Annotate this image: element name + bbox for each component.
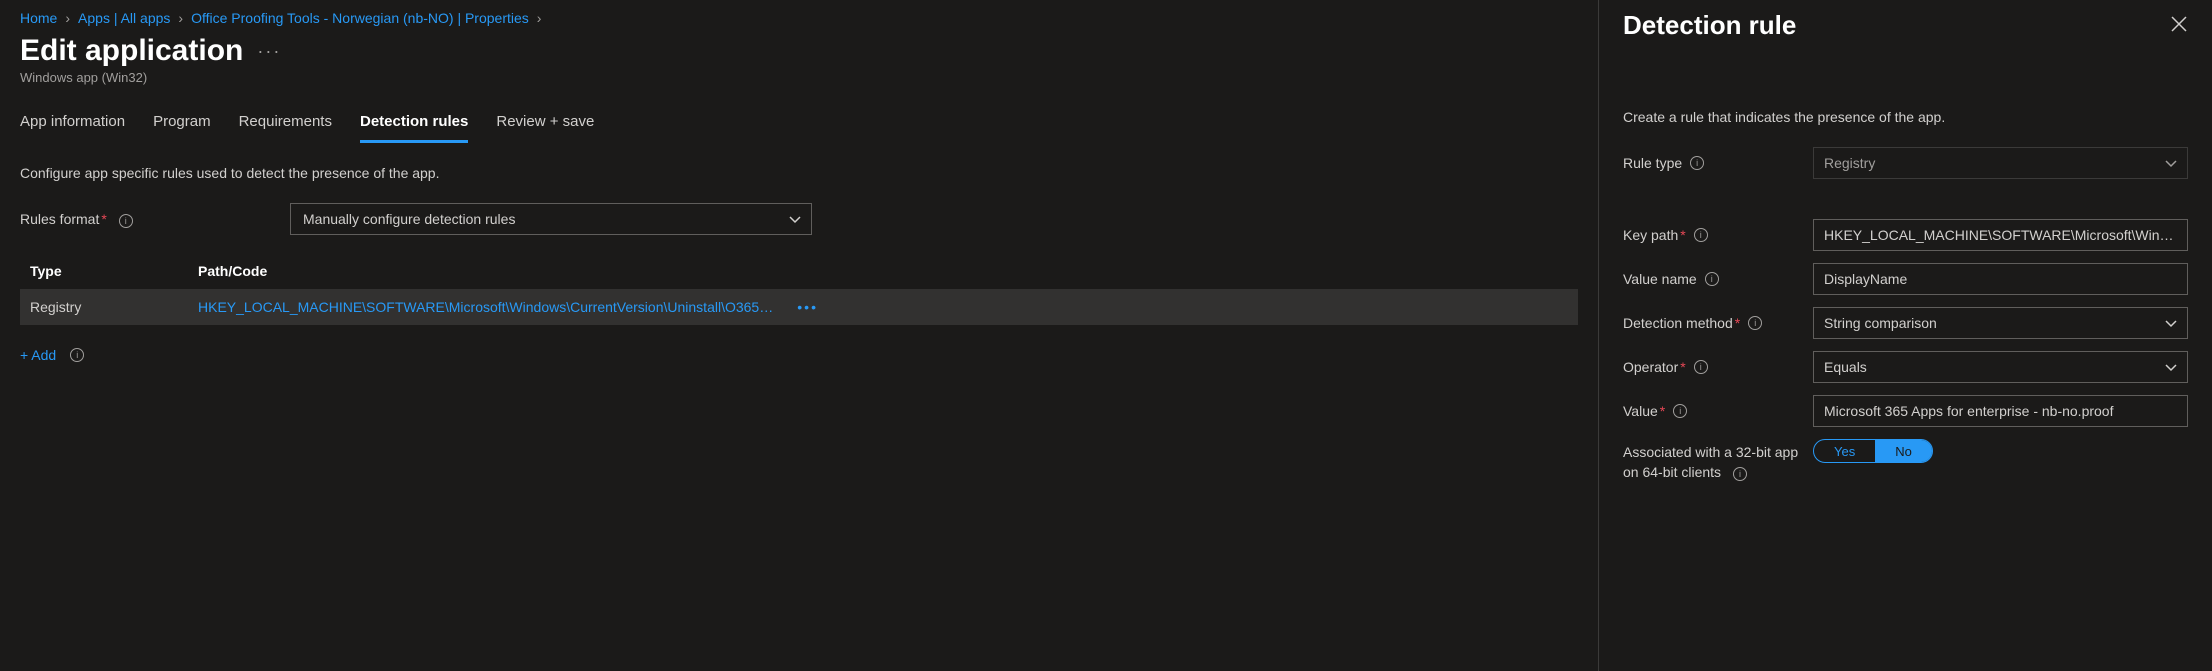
detection-method-label: Detection method * i [1623, 315, 1813, 331]
tab-requirements[interactable]: Requirements [239, 113, 332, 143]
info-icon[interactable]: i [1673, 404, 1687, 418]
close-button[interactable] [2170, 15, 2188, 36]
tab-app-information[interactable]: App information [20, 113, 125, 143]
chevron-down-icon [789, 213, 801, 225]
chevron-down-icon [2165, 157, 2177, 169]
detection-method-select[interactable]: String comparison [1813, 307, 2188, 339]
breadcrumb-home[interactable]: Home [20, 10, 57, 26]
tabs: App information Program Requirements Det… [20, 113, 1578, 143]
tab-program[interactable]: Program [153, 113, 211, 143]
breadcrumb-app[interactable]: Office Proofing Tools - Norwegian (nb-NO… [191, 10, 529, 26]
breadcrumb-apps[interactable]: Apps | All apps [78, 10, 170, 26]
info-icon[interactable]: i [70, 348, 84, 362]
info-icon[interactable]: i [1694, 228, 1708, 242]
page-subtitle: Windows app (Win32) [20, 70, 1578, 85]
breadcrumb: Home › Apps | All apps › Office Proofing… [20, 10, 1578, 26]
value-label: Value * i [1623, 403, 1813, 419]
detection-rule-panel: Detection rule Create a rule that indica… [1598, 0, 2212, 671]
value-input[interactable] [1813, 395, 2188, 427]
value-name-input[interactable] [1813, 263, 2188, 295]
row-path: HKEY_LOCAL_MACHINE\SOFTWARE\Microsoft\Wi… [198, 299, 778, 315]
chevron-down-icon [2165, 317, 2177, 329]
chevron-right-icon: › [537, 10, 542, 26]
column-header-path: Path/Code [198, 263, 1528, 279]
info-icon[interactable]: i [1690, 156, 1704, 170]
chevron-down-icon [2165, 361, 2177, 373]
page-title: Edit application [20, 34, 243, 68]
associated-toggle[interactable]: Yes No [1813, 439, 1933, 463]
panel-title: Detection rule [1623, 10, 1796, 41]
toggle-no[interactable]: No [1875, 440, 1932, 462]
row-type: Registry [30, 299, 198, 315]
associated-label: Associated with a 32-bit app on 64-bit c… [1623, 439, 1813, 482]
rules-format-select[interactable]: Manually configure detection rules [290, 203, 812, 235]
info-icon[interactable]: i [1733, 467, 1747, 481]
rules-table: Type Path/Code Registry HKEY_LOCAL_MACHI… [20, 253, 1578, 325]
table-row[interactable]: Registry HKEY_LOCAL_MACHINE\SOFTWARE\Mic… [20, 289, 1578, 325]
column-header-type: Type [30, 263, 198, 279]
rule-type-label: Rule type i [1623, 155, 1813, 171]
info-icon[interactable]: i [119, 214, 133, 228]
rules-format-label: Rules format* i [20, 211, 290, 228]
section-description: Configure app specific rules used to det… [20, 165, 1578, 181]
row-more-button[interactable]: ••• [797, 299, 818, 315]
panel-description: Create a rule that indicates the presenc… [1623, 109, 2188, 125]
chevron-right-icon: › [65, 10, 70, 26]
key-path-input[interactable] [1813, 219, 2188, 251]
more-actions-button[interactable]: ··· [257, 41, 281, 62]
chevron-right-icon: › [178, 10, 183, 26]
value-name-label: Value name i [1623, 271, 1813, 287]
operator-select[interactable]: Equals [1813, 351, 2188, 383]
toggle-yes[interactable]: Yes [1814, 440, 1875, 462]
info-icon[interactable]: i [1705, 272, 1719, 286]
tab-detection-rules[interactable]: Detection rules [360, 113, 468, 143]
key-path-label: Key path * i [1623, 227, 1813, 243]
tab-review-save[interactable]: Review + save [496, 113, 594, 143]
info-icon[interactable]: i [1748, 316, 1762, 330]
rule-type-select[interactable]: Registry [1813, 147, 2188, 179]
add-rule-button[interactable]: + Add i [20, 347, 84, 363]
info-icon[interactable]: i [1694, 360, 1708, 374]
operator-label: Operator * i [1623, 359, 1813, 375]
